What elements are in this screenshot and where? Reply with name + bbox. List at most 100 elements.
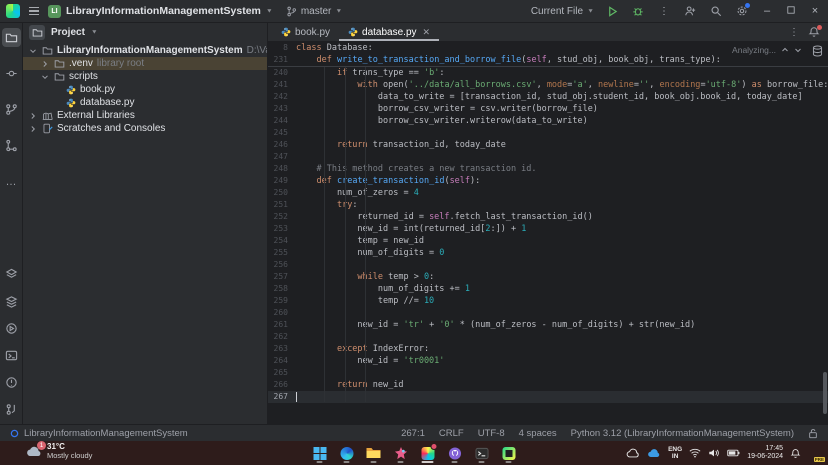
line-number[interactable]: 257 xyxy=(268,271,296,283)
taskbar-app-github-desktop[interactable] xyxy=(446,442,464,464)
code-line-240[interactable]: 240 if trans_type == 'b': xyxy=(268,67,828,79)
python-packages-tool-button[interactable] xyxy=(2,265,21,284)
chevron-right-icon[interactable] xyxy=(41,60,50,68)
taskbar-app-pycharm-community[interactable] xyxy=(500,442,518,464)
project-tool-button[interactable] xyxy=(2,28,21,47)
taskbar-app-start[interactable] xyxy=(311,442,329,464)
problems-tool-button[interactable] xyxy=(2,373,21,392)
code-line-254[interactable]: 254 temp = new_id xyxy=(268,235,828,247)
code-line-243[interactable]: 243 borrow_csv_writer = csv.writer(borro… xyxy=(268,103,828,115)
line-number[interactable]: 259 xyxy=(268,295,296,307)
tree-item-book-py[interactable]: book.py xyxy=(23,83,267,96)
line-number[interactable]: 245 xyxy=(268,127,296,139)
code-with-me-button[interactable] xyxy=(682,3,698,19)
tree-item--venv[interactable]: .venv library root xyxy=(23,57,267,70)
status-widget[interactable]: Python 3.12 (LibraryInformationManagemen… xyxy=(571,428,794,439)
clock-widget[interactable]: 17:45 19-06-2024 xyxy=(747,445,783,461)
branch-selector[interactable]: master ▼ xyxy=(286,6,343,17)
chevron-down-icon[interactable] xyxy=(29,47,38,55)
services-tool-button[interactable] xyxy=(2,319,21,338)
prev-problem-icon[interactable] xyxy=(781,46,789,54)
main-menu-button[interactable] xyxy=(27,5,41,17)
line-number[interactable]: 8 xyxy=(268,42,296,54)
structure-tool-button[interactable] xyxy=(2,136,21,155)
line-number[interactable]: 260 xyxy=(268,307,296,319)
tree-item-scratches-and-consoles[interactable]: Scratches and Consoles xyxy=(23,122,267,135)
python-console-tool-button[interactable] xyxy=(2,292,21,311)
chevron-down-icon[interactable] xyxy=(41,73,50,81)
line-number[interactable]: 263 xyxy=(268,343,296,355)
line-number[interactable]: 266 xyxy=(268,379,296,391)
line-number[interactable]: 250 xyxy=(268,187,296,199)
run-button[interactable] xyxy=(604,3,620,19)
code-line-260[interactable]: 260 xyxy=(268,307,828,319)
code-line-257[interactable]: 257 while temp > 0: xyxy=(268,271,828,283)
chevron-right-icon[interactable] xyxy=(29,125,38,133)
line-number[interactable]: 242 xyxy=(268,91,296,103)
tree-item-database-py[interactable]: database.py xyxy=(23,96,267,109)
code-line-259[interactable]: 259 temp //= 10 xyxy=(268,295,828,307)
version-control-tool-button[interactable] xyxy=(2,400,21,419)
line-number[interactable]: 241 xyxy=(268,79,296,91)
line-number[interactable]: 258 xyxy=(268,283,296,295)
tray-notifications-bell[interactable] xyxy=(790,448,801,459)
code-line-252[interactable]: 252 returned_id = self.fetch_last_transa… xyxy=(268,211,828,223)
debug-button[interactable] xyxy=(630,3,646,19)
search-everywhere-button[interactable] xyxy=(708,3,724,19)
run-config-selector[interactable]: Current File▼ xyxy=(531,6,594,17)
line-number[interactable]: 252 xyxy=(268,211,296,223)
code-line-258[interactable]: 258 num_of_digits += 1 xyxy=(268,283,828,295)
analyzing-widget[interactable]: Analyzing... xyxy=(732,44,802,56)
settings-button[interactable] xyxy=(734,3,750,19)
code-line-245[interactable]: 245 xyxy=(268,127,828,139)
taskbar-app-photos-star[interactable] xyxy=(392,442,410,464)
taskbar-app-terminal[interactable] xyxy=(473,442,491,464)
more-tool-windows-button[interactable]: … xyxy=(2,172,21,191)
code-line-255[interactable]: 255 num_of_digits = 0 xyxy=(268,247,828,259)
close-tab-icon[interactable]: ✕ xyxy=(423,27,431,38)
line-number[interactable]: 261 xyxy=(268,319,296,331)
tree-item-scripts[interactable]: scripts xyxy=(23,70,267,83)
taskbar-app-file-explorer[interactable] xyxy=(365,442,383,464)
line-number[interactable]: 262 xyxy=(268,331,296,343)
lock-icon[interactable] xyxy=(808,428,818,439)
code-line-250[interactable]: 250 num_of_zeros = 4 xyxy=(268,187,828,199)
code-line-264[interactable]: 264 new_id = 'tr0001' xyxy=(268,355,828,367)
code-line-266[interactable]: 266 return new_id xyxy=(268,379,828,391)
line-number[interactable]: 253 xyxy=(268,223,296,235)
cloud-icon[interactable] xyxy=(626,448,640,458)
status-widget[interactable]: 4 spaces xyxy=(519,428,557,439)
line-number[interactable]: 255 xyxy=(268,247,296,259)
tree-item-libraryinformationmanagementsystem[interactable]: LibraryInformationManagementSystem D:\Va… xyxy=(23,44,267,57)
database-icon[interactable] xyxy=(812,45,823,57)
line-number[interactable]: 251 xyxy=(268,199,296,211)
project-view-button[interactable] xyxy=(29,25,45,40)
line-number[interactable]: 267 xyxy=(268,391,296,403)
code-line-261[interactable]: 261 new_id = 'tr' + '0' * (num_of_zeros … xyxy=(268,319,828,331)
code-line-247[interactable]: 247 xyxy=(268,151,828,163)
more-actions-button[interactable]: ⋮ xyxy=(656,3,672,19)
code-line-244[interactable]: 244 borrow_csv_writer.writerow(data_to_w… xyxy=(268,115,828,127)
status-project-widget[interactable]: LibraryInformationManagementSystem xyxy=(10,428,188,439)
editor-scrollbar[interactable] xyxy=(823,372,827,414)
minimize-button[interactable]: – xyxy=(760,5,774,17)
line-number[interactable]: 254 xyxy=(268,235,296,247)
language-indicator[interactable]: ENGIN xyxy=(668,446,682,460)
close-button[interactable]: × xyxy=(808,5,822,17)
line-number[interactable]: 249 xyxy=(268,175,296,187)
git-tool-button[interactable] xyxy=(2,100,21,119)
notifications-button[interactable] xyxy=(808,26,820,38)
line-number[interactable]: 265 xyxy=(268,367,296,379)
code-line-265[interactable]: 265 xyxy=(268,367,828,379)
code-editor[interactable]: Analyzing... 8class Database:231 def wri… xyxy=(268,42,828,424)
maximize-button[interactable] xyxy=(784,5,798,17)
code-line-251[interactable]: 251 try: xyxy=(268,199,828,211)
next-problem-icon[interactable] xyxy=(794,46,802,54)
code-line-249[interactable]: 249 def create_transaction_id(self): xyxy=(268,175,828,187)
line-number[interactable]: 243 xyxy=(268,103,296,115)
code-line-248[interactable]: 248 # This method creates a new transact… xyxy=(268,163,828,175)
line-number[interactable]: 248 xyxy=(268,163,296,175)
code-line-241[interactable]: 241 with open('../data/all_borrows.csv',… xyxy=(268,79,828,91)
tab-options-button[interactable]: ⋮ xyxy=(789,27,799,38)
volume-icon[interactable] xyxy=(708,448,720,458)
